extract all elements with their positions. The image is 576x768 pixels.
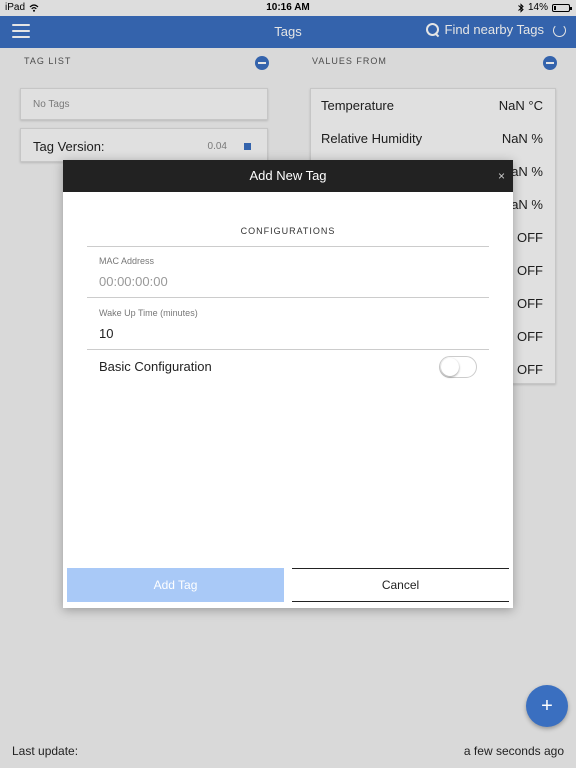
wake-up-time-field: Wake Up Time (minutes) (87, 298, 489, 350)
mac-address-input[interactable] (99, 274, 477, 289)
add-tag-modal: Add New Tag × CONFIGURATIONS MAC Address… (63, 160, 513, 608)
add-fab-button[interactable]: + (526, 685, 568, 727)
add-tag-button[interactable]: Add Tag (67, 568, 284, 602)
toggle-knob (441, 358, 459, 376)
mac-address-label: MAC Address (99, 256, 155, 266)
mac-address-field: MAC Address (87, 246, 489, 298)
wake-up-time-input[interactable] (99, 326, 477, 341)
wake-up-time-label: Wake Up Time (minutes) (99, 308, 198, 318)
modal-title: Add New Tag (249, 168, 327, 183)
modal-header: Add New Tag × (63, 160, 513, 192)
close-icon[interactable]: × (498, 160, 505, 192)
basic-configuration-row: Basic Configuration (87, 352, 489, 382)
last-update-label: Last update: (12, 744, 79, 758)
configurations-heading: CONFIGURATIONS (87, 226, 489, 247)
last-update-value: a few seconds ago (463, 744, 564, 758)
basic-configuration-toggle[interactable] (439, 356, 477, 378)
basic-configuration-label: Basic Configuration (99, 359, 212, 374)
cancel-button[interactable]: Cancel (292, 568, 509, 602)
